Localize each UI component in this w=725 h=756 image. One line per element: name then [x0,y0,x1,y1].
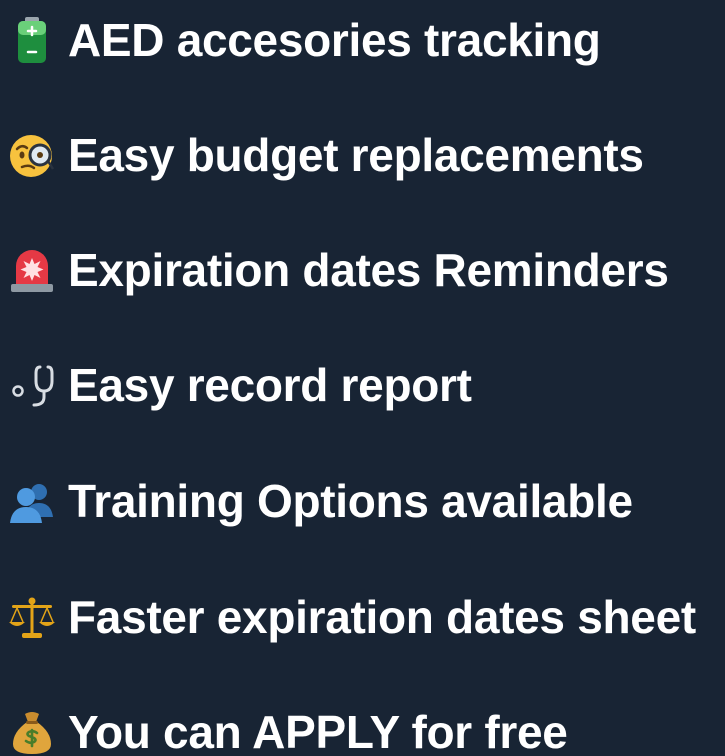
feature-label: Easy budget replacements [68,129,644,181]
feature-label: Easy record report [68,359,472,411]
police-light-icon [6,244,58,296]
feature-label: Expiration dates Reminders [68,244,669,296]
busts-in-silhouette-icon [6,475,58,527]
feature-label: Training Options available [68,475,633,527]
face-with-monocle-icon [6,129,58,181]
balance-scale-icon [6,591,58,643]
money-bag-icon [6,706,58,756]
feature-item-reminders: Expiration dates Reminders [6,240,669,300]
feature-item-record-report: Easy record report [6,355,472,415]
feature-item-budget: Easy budget replacements [6,125,644,185]
feature-item-expiration-sheet: Faster expiration dates sheet [6,587,696,647]
battery-icon [6,14,58,66]
feature-label: Faster expiration dates sheet [68,591,696,643]
feature-item-training: Training Options available [6,471,633,531]
feature-label: You can APPLY for free [68,706,568,756]
feature-item-aed-tracking: AED accesories tracking [6,10,601,70]
feature-item-apply-free: You can APPLY for free [6,702,568,756]
feature-label: AED accesories tracking [68,14,601,66]
feature-list-page: AED accesories tracking Easy budget repl… [0,0,725,756]
stethoscope-icon [6,359,58,411]
